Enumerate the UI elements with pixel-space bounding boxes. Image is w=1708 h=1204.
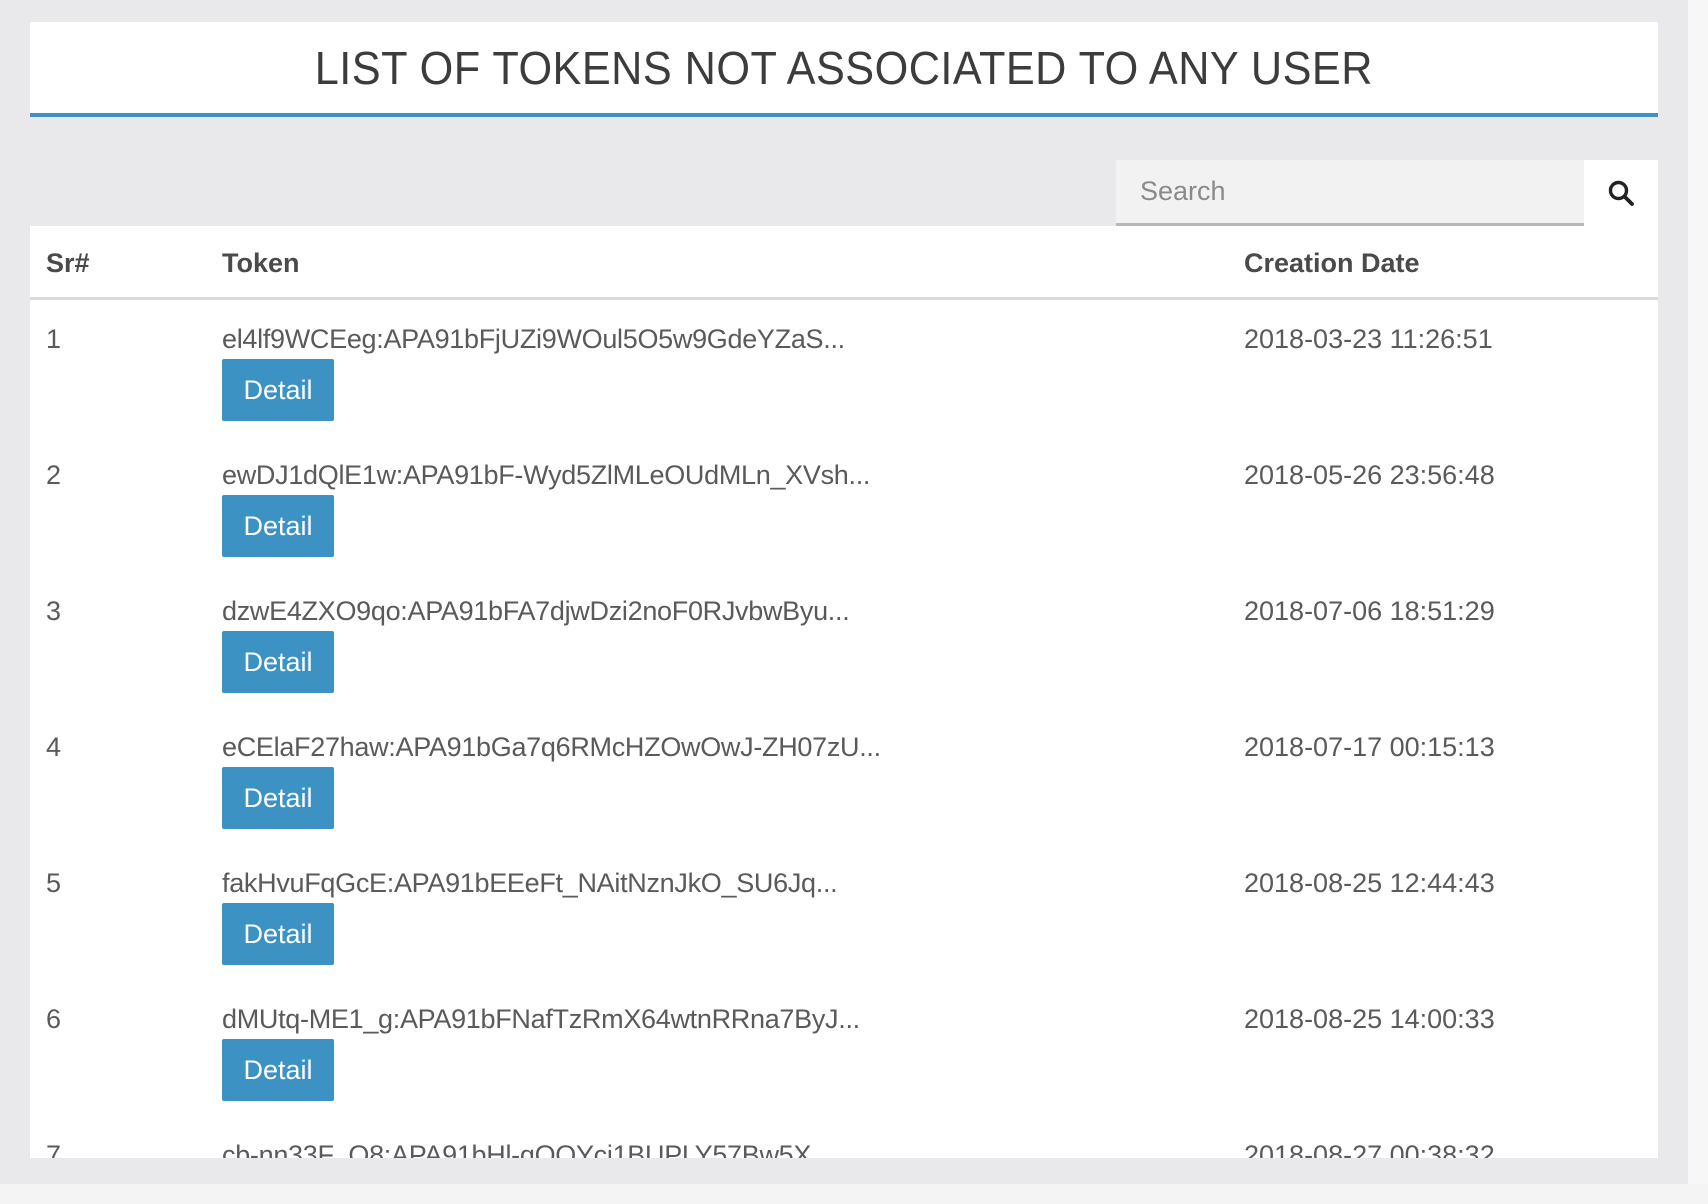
row-creation-date: 2018-05-26 23:56:48 [1244,460,1495,490]
search-bar [1116,160,1658,226]
tokens-table: Sr# Token Creation Date 1 el4lf9WCEeg:AP… [30,226,1658,1158]
search-icon [1608,180,1634,206]
detail-button[interactable]: Detail [222,1039,334,1101]
detail-button[interactable]: Detail [222,631,334,693]
row-creation-date: 2018-07-17 00:15:13 [1244,732,1495,762]
row-sr: 6 [46,1004,62,1034]
column-header-creation-date: Creation Date [1244,248,1420,278]
row-sr: 3 [46,596,62,626]
detail-button[interactable]: Detail [222,359,334,421]
column-header-token: Token [222,248,300,278]
page-header: LIST OF TOKENS NOT ASSOCIATED TO ANY USE… [30,22,1658,117]
search-input[interactable] [1116,160,1584,226]
detail-button[interactable]: Detail [222,903,334,965]
table-row: 3 dzwE4ZXO9qo:APA91bFA7djwDzi2noF0RJvbwB… [30,575,1658,711]
column-header-sr: Sr# [46,248,90,278]
table-row: 5 fakHvuFqGcE:APA91bEEeFt_NAitNznJkO_SU6… [30,847,1658,983]
search-button[interactable] [1584,160,1658,226]
row-creation-date: 2018-03-23 11:26:51 [1244,324,1493,354]
row-creation-date: 2018-07-06 18:51:29 [1244,596,1495,626]
row-sr: 7 [46,1140,62,1158]
table-body: 1 el4lf9WCEeg:APA91bFjUZi9WOul5O5w9GdeYZ… [30,303,1658,1158]
row-token: el4lf9WCEeg:APA91bFjUZi9WOul5O5w9GdeYZaS… [222,324,845,354]
row-token: cb-nn33F_O8:APA91bHl-qOOYci1BUPLY57Bw5X.… [222,1140,833,1158]
table-row: 7 cb-nn33F_O8:APA91bHl-qOOYci1BUPLY57Bw5… [30,1119,1658,1158]
bottom-edge [0,1184,1708,1204]
table-header: Sr# Token Creation Date [30,226,1658,300]
table-row: 2 ewDJ1dQlE1w:APA91bF-Wyd5ZlMLeOUdMLn_XV… [30,439,1658,575]
scrollbar-track[interactable] [1688,0,1708,1204]
row-sr: 4 [46,732,62,762]
row-token: dMUtq-ME1_g:APA91bFNafTzRmX64wtnRRna7ByJ… [222,1004,860,1034]
detail-button[interactable]: Detail [222,495,334,557]
table-row: 4 eCElaF27haw:APA91bGa7q6RMcHZOwOwJ-ZH07… [30,711,1658,847]
row-token: dzwE4ZXO9qo:APA91bFA7djwDzi2noF0RJvbwByu… [222,596,850,626]
row-token: fakHvuFqGcE:APA91bEEeFt_NAitNznJkO_SU6Jq… [222,868,838,898]
row-token: eCElaF27haw:APA91bGa7q6RMcHZOwOwJ-ZH07zU… [222,732,881,762]
row-token: ewDJ1dQlE1w:APA91bF-Wyd5ZlMLeOUdMLn_XVsh… [222,460,871,490]
row-creation-date: 2018-08-25 12:44:43 [1244,868,1495,898]
table-row: 1 el4lf9WCEeg:APA91bFjUZi9WOul5O5w9GdeYZ… [30,303,1658,439]
row-sr: 5 [46,868,62,898]
page-title: LIST OF TOKENS NOT ASSOCIATED TO ANY USE… [314,41,1374,94]
detail-button[interactable]: Detail [222,767,334,829]
row-creation-date: 2018-08-25 14:00:33 [1244,1004,1495,1034]
row-sr: 2 [46,460,62,490]
table-row: 6 dMUtq-ME1_g:APA91bFNafTzRmX64wtnRRna7B… [30,983,1658,1119]
row-creation-date: 2018-08-27 00:38:32 [1244,1140,1495,1158]
row-sr: 1 [46,324,62,354]
